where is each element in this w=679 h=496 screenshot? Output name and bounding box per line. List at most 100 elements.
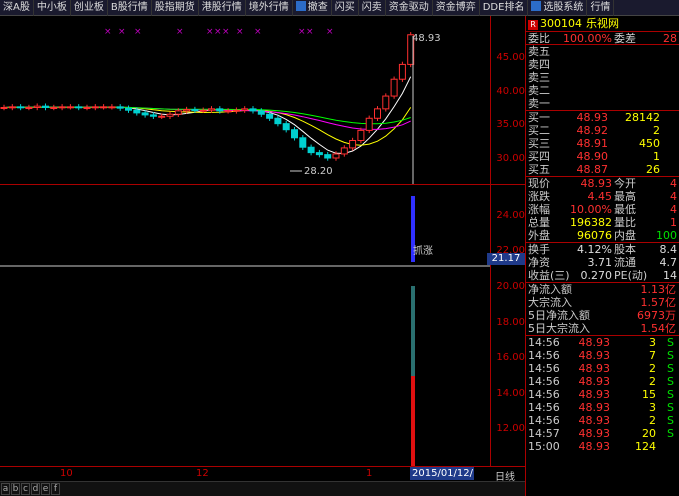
indicator-chart[interactable]: 抓涨 [0, 186, 490, 466]
sell-level-label: 卖四 [528, 58, 550, 71]
toolbar-item-label: DDE排名 [482, 2, 525, 13]
candle-body [374, 108, 381, 119]
fund-value: 14 [663, 269, 677, 282]
high-price-label: 48.93 [412, 33, 441, 44]
toolbar-item[interactable]: 撤查 [293, 0, 332, 16]
toolbar-item[interactable]: 中小板 [34, 0, 71, 16]
buy-level-price: 48.87 [576, 163, 609, 176]
tick-price: 48.93 [578, 336, 611, 349]
tick-price: 48.93 [578, 427, 611, 440]
toolbar-item[interactable]: 闪买 [332, 0, 359, 16]
candle-body [291, 129, 298, 139]
candle-body [116, 106, 124, 109]
candle-body [108, 106, 116, 109]
toolbar-item[interactable]: DDE排名 [480, 0, 529, 16]
stock-code: 300104 [540, 17, 582, 30]
quote-value: 4 [670, 177, 677, 190]
tick-row: 14:56 48.93 2 S [526, 362, 679, 375]
candle-body [249, 108, 257, 112]
fund-value: 0.270 [580, 269, 613, 282]
flow-value: 1.13亿 [640, 283, 677, 296]
fund-label: 净资 [528, 256, 550, 269]
buy-level-volume: 450 [639, 137, 660, 150]
diff-value: 28 [663, 32, 677, 45]
tick-row: 14:57 48.93 20 S [526, 427, 679, 440]
fund-value: 3.71 [587, 256, 613, 269]
tick-time: 14:56 [528, 414, 560, 427]
date-label: 12 [196, 468, 209, 479]
toolbar-item[interactable]: 股指期货 [152, 0, 199, 16]
bottom-tab[interactable]: c [21, 483, 30, 495]
toolbar-item[interactable]: 选股系统 [528, 0, 588, 16]
toolbar-item-label: 资金博弈 [435, 2, 476, 13]
candle-body [224, 110, 232, 113]
tick-volume: 2 [649, 362, 656, 375]
sell-level: 卖五 [526, 45, 679, 58]
toolbar-item-label: 港股行情 [201, 2, 242, 13]
buy-level: 买一 48.93 28142 [526, 111, 679, 124]
toolbar-item[interactable]: 资金博弈 [433, 0, 480, 16]
candle-body [8, 106, 16, 109]
toolbar-item[interactable]: 行情 [587, 0, 615, 16]
toolbar-item-label: 选股系统 [543, 2, 584, 13]
flow-value: 1.54亿 [640, 322, 677, 335]
moving-average-line [3, 106, 411, 130]
tick-time: 15:00 [528, 440, 560, 453]
current-date: 2015/01/12/一 [410, 467, 474, 492]
fund-label: 流通 [614, 256, 636, 269]
candle-body [340, 147, 348, 155]
bottom-tab[interactable]: b [11, 483, 20, 495]
toolbar-item[interactable]: 创业板 [71, 0, 108, 16]
buy-levels: 买一 48.93 28142 买二 48.92 2 买三 48.91 450 买四 48.90 1 买五… [526, 111, 679, 177]
tick-time: 14:56 [528, 349, 560, 362]
candlestick-chart[interactable]: × × × × × × × × × × × × 48.93 28.20 [0, 16, 490, 184]
candle-body [141, 112, 149, 116]
quote-row: 现价 48.93 今开 4 [526, 177, 679, 190]
fund-value: 4.12% [577, 243, 612, 256]
toolbar-item[interactable]: 港股行情 [199, 0, 246, 16]
candle-body [42, 105, 49, 109]
buy-level-label: 买三 [528, 137, 550, 150]
quote-label: 涨幅 [528, 203, 550, 216]
toolbar-item[interactable]: B股行情 [108, 0, 152, 16]
toolbar-item[interactable]: 闪卖 [359, 0, 386, 16]
bottom-tab[interactable]: a [1, 483, 10, 495]
toolbar-item[interactable]: 资金驱动 [386, 0, 433, 16]
candle-body [191, 109, 199, 112]
flow-label: 大宗流入 [528, 296, 572, 309]
sub-y-label: 24.00 [496, 210, 525, 221]
flow-row: 净流入额 1.13亿 [526, 283, 679, 296]
candle-body [33, 105, 41, 109]
toolbar-item-label: 深A股 [3, 2, 30, 13]
candle-body [66, 106, 74, 109]
quote-label: 涨跌 [528, 190, 550, 203]
ratio-label: 委比 [528, 32, 550, 45]
fund-label: PE(动) [614, 269, 648, 282]
toolbar-item[interactable]: 境外行情 [246, 0, 293, 16]
fund-row: 收益(三) 0.270 PE(动) 14 [526, 269, 679, 282]
bottom-tab[interactable]: d [31, 483, 40, 495]
toolbar-item-label: 资金驱动 [388, 2, 429, 13]
tick-list[interactable]: 14:56 48.93 3 S 14:56 48.93 7 S 14:56 48.93 2 S 14:5… [526, 336, 679, 453]
bottom-tab[interactable]: e [41, 483, 50, 495]
tick-row: 14:56 48.93 7 S [526, 349, 679, 362]
candle-body [183, 109, 191, 112]
event-marker: × [104, 27, 112, 37]
bottom-tab[interactable]: f [51, 483, 60, 495]
buy-level-label: 买二 [528, 124, 550, 137]
candle-body [83, 107, 91, 109]
tick-price: 48.93 [578, 388, 611, 401]
toolbar-item[interactable]: 深A股 [0, 0, 34, 16]
flow-label: 5日大宗流入 [528, 322, 590, 335]
diff-label: 委差 [614, 32, 636, 45]
candle-body [0, 107, 8, 109]
stock-badge: R [528, 20, 538, 30]
tick-time: 14:56 [528, 388, 560, 401]
buy-level-volume: 1 [653, 150, 660, 163]
candle-body [365, 117, 373, 131]
stock-name: 乐视网 [586, 17, 619, 30]
tick-price: 48.93 [578, 375, 611, 388]
fund-label: 收益(三) [528, 269, 570, 282]
quote-label: 现价 [528, 177, 550, 190]
quote-row: 涨幅 10.00% 最低 4 [526, 203, 679, 216]
